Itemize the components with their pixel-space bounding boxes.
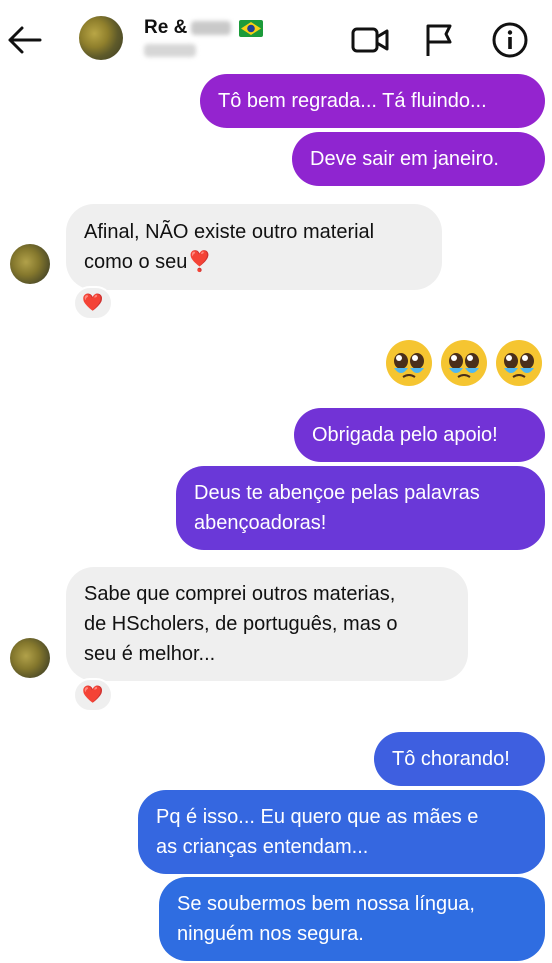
contact-status-redacted bbox=[144, 44, 196, 57]
back-button[interactable] bbox=[6, 22, 46, 58]
back-arrow-icon bbox=[8, 26, 42, 54]
flag-icon bbox=[426, 24, 452, 56]
message-sent[interactable]: Se soubermos bem nossa língua, ninguém n… bbox=[159, 877, 545, 961]
heart-reaction[interactable]: ❤️ bbox=[73, 678, 113, 712]
message-sent[interactable]: Deve sair em janeiro. bbox=[292, 132, 545, 186]
message-sent[interactable]: Obrigada pelo apoio! bbox=[294, 408, 545, 462]
video-call-button[interactable] bbox=[350, 20, 390, 60]
message-received[interactable]: Sabe que comprei outros materias, de HSc… bbox=[66, 567, 468, 681]
message-sent[interactable]: Tô chorando! bbox=[374, 732, 545, 786]
contact-avatar[interactable] bbox=[79, 16, 123, 60]
pleading-face-emoji-icon bbox=[496, 340, 542, 386]
report-button[interactable] bbox=[420, 20, 460, 60]
message-sent[interactable]: Tô bem regrada... Tá fluindo... bbox=[200, 74, 545, 128]
info-button[interactable] bbox=[490, 20, 530, 60]
chat-header: Re & bbox=[0, 0, 552, 80]
message-sent[interactable]: Deus te abençoe pelas palavras abençoado… bbox=[176, 466, 545, 550]
heart-reaction[interactable]: ❤️ bbox=[73, 286, 113, 320]
pleading-face-emoji-icon bbox=[441, 340, 487, 386]
message-received[interactable]: Afinal, NÃO existe outro material como o… bbox=[66, 204, 442, 290]
sender-avatar[interactable] bbox=[10, 638, 50, 678]
contact-name[interactable]: Re & bbox=[144, 16, 264, 40]
video-camera-icon bbox=[351, 27, 389, 53]
info-icon bbox=[492, 22, 528, 58]
sender-avatar[interactable] bbox=[10, 244, 50, 284]
message-sent[interactable]: Pq é isso... Eu quero que as mães e as c… bbox=[138, 790, 545, 874]
redacted-name bbox=[191, 21, 232, 35]
brazil-flag-icon bbox=[239, 19, 264, 37]
contact-title: Re & bbox=[144, 17, 188, 38]
pleading-face-emoji-icon bbox=[386, 340, 432, 386]
